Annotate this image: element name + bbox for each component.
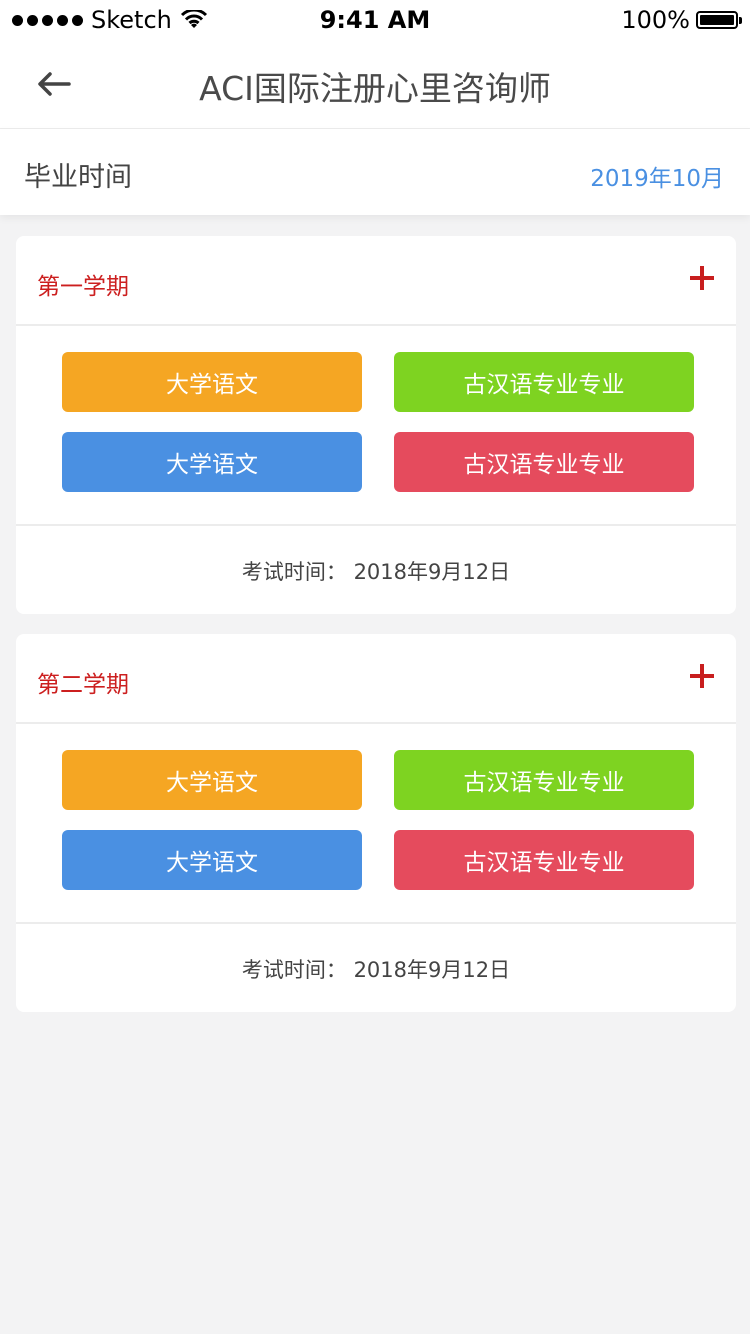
graduation-value[interactable]: 2019年10月 (590, 159, 724, 193)
battery-icon (696, 11, 742, 29)
course-button[interactable]: 古汉语专业专业 (394, 830, 694, 890)
course-grid: 大学语文 古汉语专业专业 大学语文 古汉语专业专业 (16, 326, 736, 526)
semester-card: 第一学期 大学语文 古汉语专业专业 大学语文 古汉语专业专业 考试时间： 201… (16, 236, 736, 614)
status-right: 100% (621, 6, 742, 34)
status-bar: Sketch 9:41 AM 100% (0, 0, 750, 40)
nav-bar: ACI国际注册心里咨询师 (0, 40, 750, 129)
course-button[interactable]: 古汉语专业专业 (394, 352, 694, 412)
semester-card: 第二学期 大学语文 古汉语专业专业 大学语文 古汉语专业专业 考试时间： 201… (16, 634, 736, 1012)
graduation-label: 毕业时间 (24, 162, 132, 193)
course-button[interactable]: 大学语文 (62, 352, 362, 412)
course-grid: 大学语文 古汉语专业专业 大学语文 古汉语专业专业 (16, 724, 736, 924)
semester-header: 第一学期 (16, 236, 736, 326)
exam-time: 考试时间： 2018年9月12日 (241, 560, 511, 584)
semester-title: 第二学期 (37, 672, 129, 698)
page-title: ACI国际注册心里咨询师 (199, 69, 551, 108)
course-button[interactable]: 古汉语专业专业 (394, 750, 694, 810)
course-button[interactable]: 大学语文 (62, 830, 362, 890)
add-course-button[interactable] (690, 266, 714, 290)
exam-time: 考试时间： 2018年9月12日 (241, 958, 511, 982)
semester-header: 第二学期 (16, 634, 736, 724)
battery-percent: 100% (621, 6, 690, 34)
course-button[interactable]: 大学语文 (62, 432, 362, 492)
course-button[interactable]: 古汉语专业专业 (394, 432, 694, 492)
semester-title: 第一学期 (37, 274, 129, 300)
graduation-row[interactable]: 毕业时间 2019年10月 (0, 129, 750, 215)
add-course-button[interactable] (690, 664, 714, 688)
course-button[interactable]: 大学语文 (62, 750, 362, 810)
